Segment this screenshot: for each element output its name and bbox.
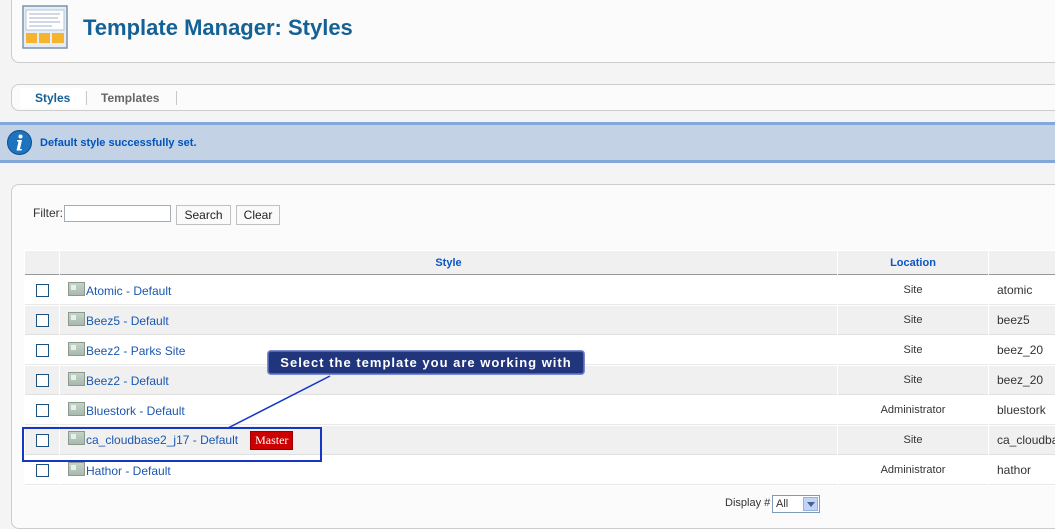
location-cell: Site [838, 366, 988, 395]
template-cell: beez5 [989, 306, 1055, 335]
info-icon [7, 130, 32, 155]
tab-styles[interactable]: Styles [20, 88, 86, 108]
row-checkbox[interactable] [35, 314, 49, 328]
display-count-label: Display # [725, 497, 771, 509]
template-thumbnail-icon[interactable] [68, 372, 85, 386]
style-link[interactable]: Atomic - Default [86, 284, 171, 298]
template-thumbnail-icon[interactable] [68, 312, 85, 326]
location-cell: Site [838, 276, 988, 305]
tab-separator [86, 91, 87, 105]
checkall-header [25, 251, 59, 275]
row-checkbox[interactable] [35, 464, 49, 478]
filter-label: Filter: [33, 206, 63, 220]
message-text: Default style successfully set. [40, 137, 197, 149]
template-manager-icon [22, 5, 70, 51]
callout-highlight-box [22, 427, 322, 462]
tab-templates[interactable]: Templates [101, 91, 159, 105]
table-header-row: Style Location [25, 251, 1055, 275]
template-thumbnail-icon[interactable] [68, 462, 85, 476]
table-row: Beez5 - Default Site beez5 [25, 306, 1055, 335]
template-cell: hathor [989, 456, 1055, 485]
style-link[interactable]: Beez5 - Default [86, 314, 169, 328]
style-link[interactable]: Hathor - Default [86, 464, 171, 478]
page-title: Template Manager: Styles [83, 15, 353, 40]
clear-button[interactable]: Clear [236, 205, 280, 225]
table-row: Bluestork - Default Administrator bluest… [25, 396, 1055, 425]
submenu-bar: Styles Templates [11, 84, 1055, 111]
table-row: Atomic - Default Site atomic [25, 276, 1055, 305]
style-link[interactable]: Bluestork - Default [86, 404, 185, 418]
location-cell: Site [838, 336, 988, 365]
location-cell: Site [838, 306, 988, 335]
template-cell: ca_cloudbase2_j17 [989, 426, 1055, 455]
system-message: Default style successfully set. [0, 122, 1055, 163]
search-button[interactable]: Search [176, 205, 231, 225]
template-cell: bluestork [989, 396, 1055, 425]
location-column-header[interactable]: Location [838, 251, 988, 275]
template-thumbnail-icon[interactable] [68, 342, 85, 356]
template-thumbnail-icon[interactable] [68, 402, 85, 416]
template-cell: atomic [989, 276, 1055, 305]
template-cell: beez_20 [989, 336, 1055, 365]
style-link[interactable]: Beez2 - Parks Site [86, 344, 185, 358]
template-cell: beez_20 [989, 366, 1055, 395]
chevron-down-icon[interactable] [803, 497, 818, 511]
tab-separator [176, 91, 177, 105]
location-cell: Administrator [838, 456, 988, 485]
row-checkbox[interactable] [35, 344, 49, 358]
location-cell: Site [838, 426, 988, 455]
display-count-value: All [776, 498, 789, 510]
style-column-header[interactable]: Style [60, 251, 837, 275]
row-checkbox[interactable] [35, 374, 49, 388]
filter-input[interactable] [64, 205, 171, 222]
row-checkbox[interactable] [35, 404, 49, 418]
row-checkbox[interactable] [35, 284, 49, 298]
location-cell: Administrator [838, 396, 988, 425]
display-count-select[interactable]: All [772, 495, 820, 513]
template-column-header[interactable] [989, 251, 1055, 275]
callout-label: Select the template you are working with [267, 350, 585, 375]
style-link[interactable]: Beez2 - Default [86, 374, 169, 388]
template-thumbnail-icon[interactable] [68, 282, 85, 296]
